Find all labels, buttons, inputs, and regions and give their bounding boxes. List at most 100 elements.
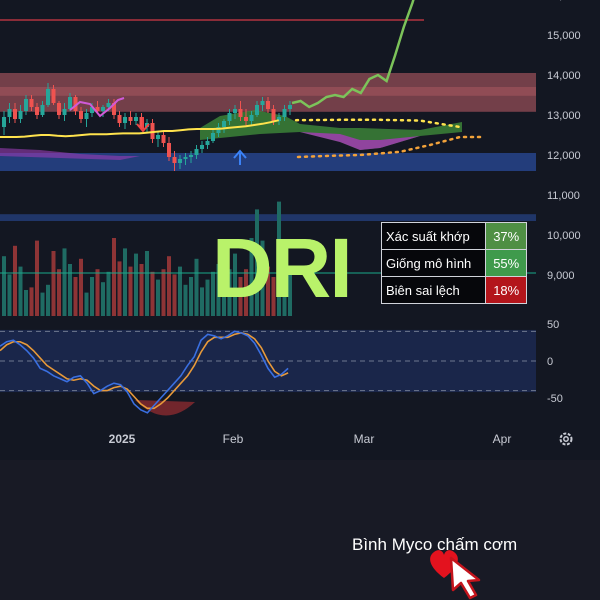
- volume-bar: [134, 253, 138, 316]
- volume-bar: [123, 248, 127, 316]
- volume-bar: [128, 266, 133, 316]
- volume-bar: [2, 256, 6, 316]
- candle-body: [222, 121, 226, 127]
- price-tick-label: 14,000: [547, 70, 581, 82]
- volume-bar: [178, 266, 182, 316]
- volume-bar: [29, 287, 34, 316]
- gear-hub: [563, 436, 569, 442]
- candle-body: [51, 89, 56, 103]
- candle-body: [227, 113, 232, 121]
- oscillator-tick-label: 50: [547, 319, 559, 331]
- stat-name: Giống mô hình: [380, 249, 487, 277]
- volume-bar: [156, 279, 160, 316]
- candle-body: [211, 133, 215, 141]
- candle: [123, 113, 127, 129]
- volume-bar: [167, 256, 171, 316]
- candle-body: [29, 99, 34, 107]
- candle-body: [156, 135, 160, 139]
- stat-value: 55%: [485, 249, 527, 277]
- candle: [117, 111, 122, 127]
- candle-body: [233, 109, 237, 113]
- date-tick-label: Feb: [223, 432, 244, 446]
- candle-body: [40, 105, 45, 115]
- candle-body: [7, 109, 12, 117]
- stats-table: Xác suất khớp 37% Giống mô hình 55% Biên…: [380, 222, 527, 304]
- ticker-label: DRI: [212, 221, 353, 315]
- candle-body: [282, 109, 287, 117]
- oscillator-tick-label: -50: [547, 393, 563, 405]
- candle-body: [161, 135, 166, 143]
- date-tick-label: Mar: [354, 432, 375, 446]
- volume-bar: [106, 271, 111, 316]
- candle-body: [35, 107, 39, 115]
- volume-bar: [189, 277, 193, 316]
- stat-name: Xác suất khớp: [380, 222, 487, 250]
- gear-ring: [559, 432, 573, 446]
- price-tick-label: 15,000: [547, 30, 581, 42]
- date-tick-label: 2025: [109, 432, 136, 446]
- volume-bar: [57, 269, 61, 316]
- volume-bar: [117, 261, 122, 316]
- stat-row-deviation-margin: Biên sai lệch 18%: [380, 276, 527, 304]
- volume-bar: [13, 245, 17, 316]
- resistance-zone-inner: [0, 87, 536, 96]
- stat-name: Biên sai lệch: [380, 276, 487, 304]
- oscillator-tick-label: 0: [547, 356, 553, 368]
- volume-bar: [84, 292, 89, 316]
- volume-bar: [73, 277, 78, 316]
- candle-body: [62, 109, 67, 115]
- candle-body: [128, 117, 133, 121]
- volume-bar: [79, 258, 83, 316]
- candle-body: [205, 141, 210, 145]
- oversold-fill: [135, 400, 195, 416]
- credit-art: [430, 550, 481, 600]
- candle-body: [79, 111, 83, 119]
- projected-ma-line: [294, 118, 462, 129]
- price-tick-label: 12,000: [547, 150, 581, 162]
- candle-body: [13, 109, 17, 119]
- volume-bar: [46, 284, 50, 316]
- candle-body: [2, 117, 6, 127]
- volume-bar: [62, 248, 67, 316]
- candle-body: [194, 149, 199, 155]
- volume-bar: [145, 251, 149, 316]
- stat-value: 18%: [485, 276, 527, 304]
- volume-bar: [95, 269, 100, 316]
- settings-gear-icon[interactable]: [559, 432, 573, 446]
- candle-body: [134, 117, 138, 121]
- candle-body: [200, 145, 204, 149]
- candle-body: [238, 109, 243, 117]
- candle-body: [46, 89, 50, 105]
- candle: [128, 111, 133, 125]
- stat-row-match-probability: Xác suất khớp 37%: [380, 222, 527, 250]
- price-tick-label: 11,000: [547, 190, 580, 202]
- candle-body: [183, 157, 188, 159]
- candle-body: [18, 111, 23, 119]
- candle-body: [189, 155, 193, 157]
- candle-body: [271, 109, 276, 121]
- candle-body: [288, 105, 292, 109]
- stat-value: 37%: [485, 222, 527, 250]
- candle: [57, 101, 61, 119]
- candle-body: [84, 113, 89, 119]
- volume-bar: [194, 258, 199, 316]
- candle-body: [24, 99, 28, 111]
- volume-bar: [24, 290, 28, 316]
- candle-body: [101, 107, 105, 111]
- volume-bar: [200, 287, 204, 316]
- volume-bar: [139, 264, 144, 316]
- volume-bar: [161, 269, 166, 316]
- volume-bar: [205, 279, 210, 316]
- candle-body: [123, 117, 127, 123]
- volume-bar: [172, 274, 177, 316]
- candle-body: [244, 117, 248, 121]
- candle-body: [117, 115, 122, 123]
- candle: [161, 131, 166, 147]
- cursor-icon: [449, 556, 481, 600]
- candle-body: [172, 157, 177, 163]
- price-tick-label: 9,000: [547, 270, 575, 282]
- candle-body: [266, 101, 270, 109]
- volume-bar: [90, 277, 94, 316]
- candle-body: [178, 159, 182, 163]
- candle: [2, 111, 6, 135]
